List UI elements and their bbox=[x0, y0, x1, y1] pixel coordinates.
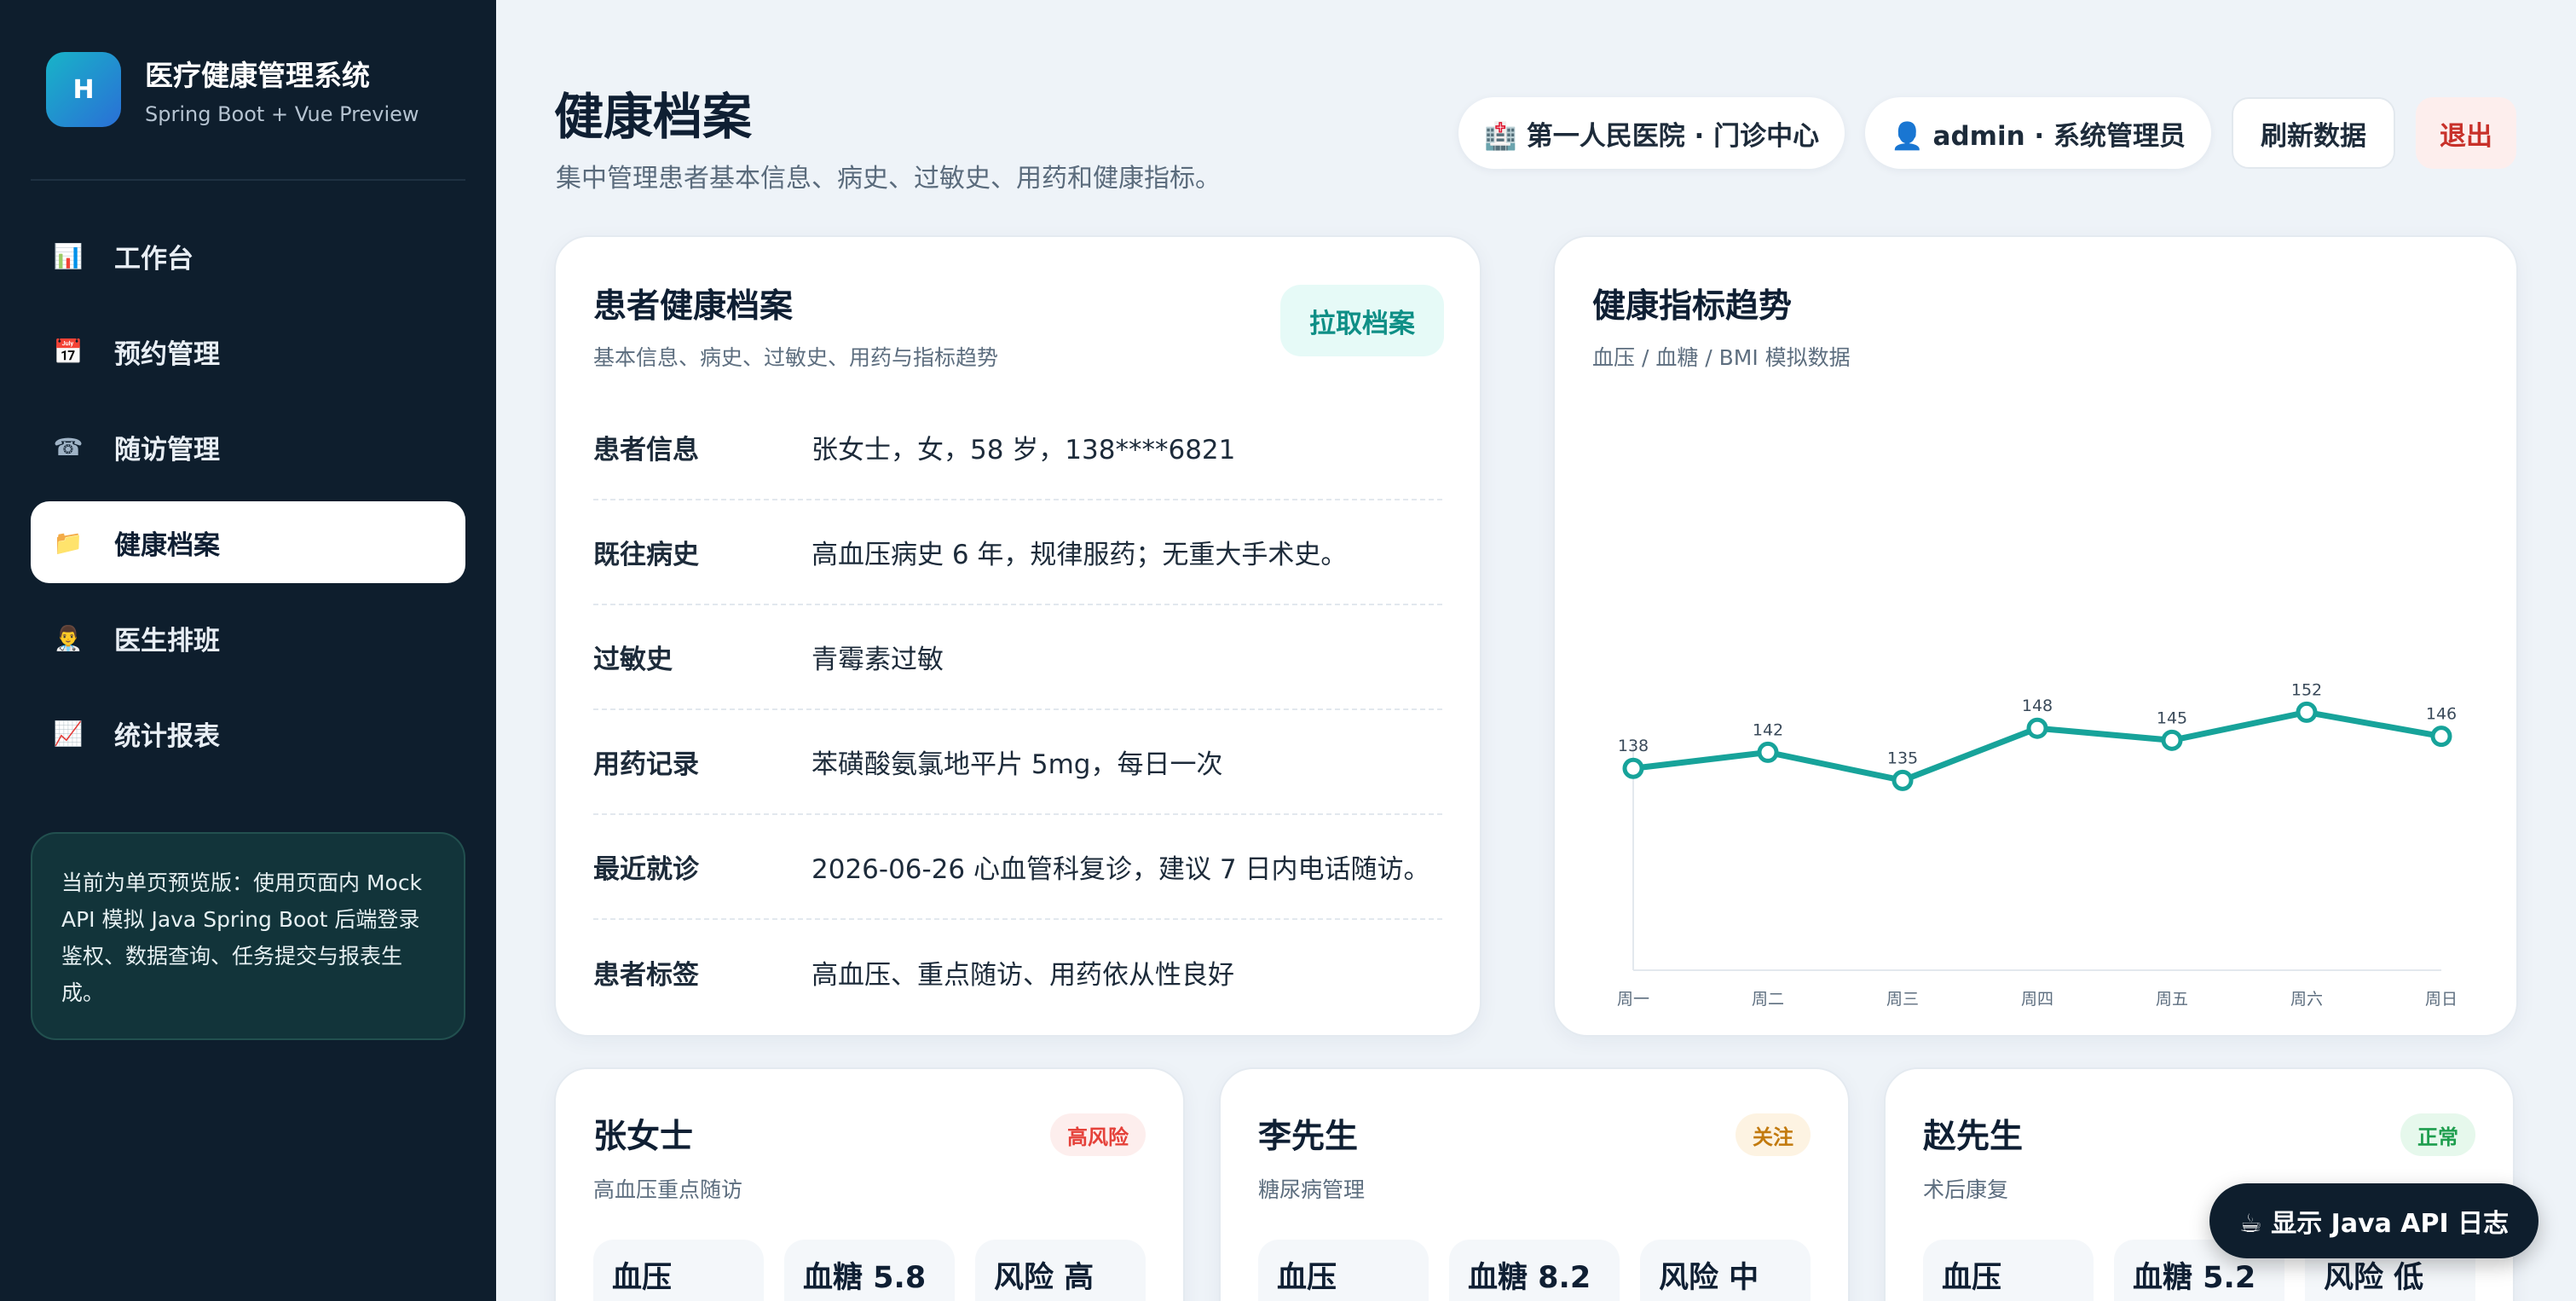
data-label: 152 bbox=[2291, 680, 2322, 699]
sidebar-nav: 📊 工作台 📅 预约管理 ☎ 随访管理 📁 健康档案 👨‍⚕️ 医生排班 📈 统… bbox=[31, 215, 465, 774]
doctor-icon: 👨‍⚕️ bbox=[53, 623, 84, 652]
sidebar-item-health-records[interactable]: 📁 健康档案 bbox=[31, 501, 465, 583]
data-point bbox=[2161, 729, 2183, 751]
sidebar: H 医疗健康管理系统 Spring Boot + Vue Preview 📊 工… bbox=[0, 0, 496, 1301]
record-list: 患者信息 张女士，女，58 岁，138****6821 既往病史 高血压病史 6… bbox=[593, 396, 1442, 1025]
sidebar-item-doctor-schedule[interactable]: 👨‍⚕️ 医生排班 bbox=[31, 597, 465, 679]
sidebar-item-label: 医生排班 bbox=[114, 625, 220, 656]
data-point bbox=[1757, 741, 1779, 763]
data-label: 135 bbox=[1887, 749, 1918, 767]
main-content: 健康档案 集中管理患者基本信息、病史、过敏史、用药和健康指标。 🏥 第一人民医院… bbox=[496, 0, 2576, 1301]
data-label: 145 bbox=[2157, 708, 2187, 727]
record-value: 高血压病史 6 年，规律服药；无重大手术史。 bbox=[811, 540, 1348, 570]
brand-title: 医疗健康管理系统 bbox=[145, 59, 370, 92]
data-point bbox=[2026, 717, 2048, 739]
metric-blood-pressure: 血压 118/76 bbox=[1923, 1240, 2094, 1301]
metrics: 血压 152/96 血糖 5.8 风险 高 bbox=[593, 1240, 1146, 1301]
user-chip: 👤 admin · 系统管理员 bbox=[1865, 97, 2211, 169]
record-value: 青霉素过敏 bbox=[811, 645, 944, 675]
metrics: 血压 132/86 血糖 8.2 风险 中 bbox=[1258, 1240, 1811, 1301]
trend-line-chart: 138 周一 142 周二 135 周三 148 周四 145 周五 152 周六 146 周日 bbox=[1617, 680, 2458, 1009]
data-label: 138 bbox=[1618, 737, 1649, 755]
sidebar-item-appointments[interactable]: 📅 预约管理 bbox=[31, 310, 465, 392]
brand-logo: H bbox=[46, 52, 121, 127]
record-value: 苯磺酸氨氯地平片 5mg，每日一次 bbox=[811, 749, 1223, 780]
data-point bbox=[1622, 757, 1644, 779]
risk-badge: 关注 bbox=[1736, 1113, 1811, 1156]
record-value: 张女士，女，58 岁，138****6821 bbox=[811, 435, 1236, 465]
preview-notice: 当前为单页预览版：使用页面内 Mock API 模拟 Java Spring B… bbox=[31, 832, 465, 1040]
x-tick-label: 周五 bbox=[2156, 990, 2188, 1009]
risk-badge: 高风险 bbox=[1050, 1113, 1146, 1156]
refresh-button[interactable]: 刷新数据 bbox=[2232, 97, 2395, 169]
record-row: 最近就诊 2026-06-26 心血管科复诊，建议 7 日内电话随访。 bbox=[593, 815, 1442, 920]
record-value: 2026-06-26 心血管科复诊，建议 7 日内电话随访。 bbox=[811, 854, 1430, 885]
record-label: 患者标签 bbox=[593, 960, 699, 991]
patient-card[interactable]: 李先生 糖尿病管理 关注 血压 132/86 血糖 8.2 风险 中 bbox=[1219, 1067, 1850, 1301]
sidebar-item-label: 统计报表 bbox=[114, 720, 220, 752]
patient-card[interactable]: 张女士 高血压重点随访 高风险 血压 152/96 血糖 5.8 风险 高 bbox=[554, 1067, 1185, 1301]
record-label: 用药记录 bbox=[593, 749, 699, 780]
data-point bbox=[2296, 701, 2318, 723]
x-tick-label: 周三 bbox=[1886, 990, 1919, 1009]
record-row: 患者标签 高血压、重点随访、用药依从性良好 bbox=[593, 920, 1442, 1025]
record-label: 患者信息 bbox=[593, 435, 699, 465]
sidebar-item-dashboard[interactable]: 📊 工作台 bbox=[31, 215, 465, 297]
record-row: 用药记录 苯磺酸氨氯地平片 5mg，每日一次 bbox=[593, 710, 1442, 815]
sidebar-item-reports[interactable]: 📈 统计报表 bbox=[31, 692, 465, 774]
record-row: 患者信息 张女士，女，58 岁，138****6821 bbox=[593, 396, 1442, 500]
page-title: 健康档案 bbox=[554, 88, 753, 146]
data-point bbox=[1892, 769, 1914, 791]
logout-button[interactable]: 退出 bbox=[2416, 97, 2516, 169]
record-row: 过敏史 青霉素过敏 bbox=[593, 605, 1442, 710]
risk-badge: 正常 bbox=[2400, 1113, 2475, 1156]
metric-blood-pressure: 血压 132/86 bbox=[1258, 1240, 1429, 1301]
metric-blood-sugar: 血糖 8.2 bbox=[1449, 1240, 1620, 1301]
metric-blood-sugar: 血糖 5.8 bbox=[784, 1240, 955, 1301]
patient-name: 李先生 bbox=[1258, 1118, 1359, 1156]
record-value: 高血压、重点随访、用药依从性良好 bbox=[811, 960, 1234, 991]
x-tick-label: 周六 bbox=[2290, 990, 2323, 1009]
fetch-record-button[interactable]: 拉取档案 bbox=[1280, 285, 1444, 356]
record-label: 既往病史 bbox=[593, 540, 699, 570]
record-row: 既往病史 高血压病史 6 年，规律服药；无重大手术史。 bbox=[593, 500, 1442, 605]
telephone-icon: ☎ bbox=[53, 432, 84, 461]
record-label: 过敏史 bbox=[593, 645, 673, 675]
x-tick-label: 周一 bbox=[1617, 990, 1649, 1009]
sidebar-item-label: 预约管理 bbox=[114, 338, 220, 370]
data-label: 148 bbox=[2022, 697, 2053, 715]
patient-desc: 糖尿病管理 bbox=[1258, 1177, 1366, 1202]
sidebar-item-label: 随访管理 bbox=[114, 434, 220, 465]
metric-risk: 风险 中 bbox=[1640, 1240, 1811, 1301]
health-record-card: 患者健康档案 基本信息、病史、过敏史、用药与指标趋势 拉取档案 患者信息 张女士… bbox=[554, 235, 1481, 1037]
top-actions: 🏥 第一人民医院 · 门诊中心 👤 admin · 系统管理员 刷新数据 退出 bbox=[1458, 97, 2516, 169]
metric-blood-pressure: 血压 152/96 bbox=[593, 1240, 764, 1301]
hospital-chip: 🏥 第一人民医院 · 门诊中心 bbox=[1458, 97, 1845, 169]
trend-chart-icon: 📈 bbox=[53, 719, 84, 748]
calendar-icon: 📅 bbox=[53, 337, 84, 366]
folder-icon: 📁 bbox=[53, 528, 84, 557]
brand-subtitle: Spring Boot + Vue Preview bbox=[145, 102, 419, 126]
x-tick-label: 周四 bbox=[2021, 990, 2053, 1009]
data-label: 142 bbox=[1753, 720, 1783, 739]
patient-name: 赵先生 bbox=[1923, 1118, 2024, 1156]
show-api-log-button[interactable]: ☕ 显示 Java API 日志 bbox=[2209, 1183, 2538, 1258]
page-subtitle: 集中管理患者基本信息、病史、过敏史、用药和健康指标。 bbox=[556, 164, 1221, 194]
x-tick-label: 周日 bbox=[2425, 990, 2458, 1009]
health-trend-card: 健康指标趋势 血压 / 血糖 / BMI 模拟数据 138 周一 142 周二 135 周… bbox=[1553, 235, 2518, 1037]
patient-desc: 高血压重点随访 bbox=[593, 1177, 743, 1202]
bar-chart-icon: 📊 bbox=[53, 241, 84, 270]
metric-risk: 风险 高 bbox=[975, 1240, 1146, 1301]
record-label: 最近就诊 bbox=[593, 854, 699, 885]
sidebar-item-label: 工作台 bbox=[114, 243, 193, 275]
sidebar-item-followup[interactable]: ☎ 随访管理 bbox=[31, 406, 465, 488]
data-point bbox=[2430, 726, 2452, 748]
x-tick-label: 周二 bbox=[1752, 990, 1784, 1009]
sidebar-item-label: 健康档案 bbox=[114, 529, 220, 561]
brand: H 医疗健康管理系统 Spring Boot + Vue Preview bbox=[31, 0, 465, 181]
data-label: 146 bbox=[2426, 705, 2457, 724]
